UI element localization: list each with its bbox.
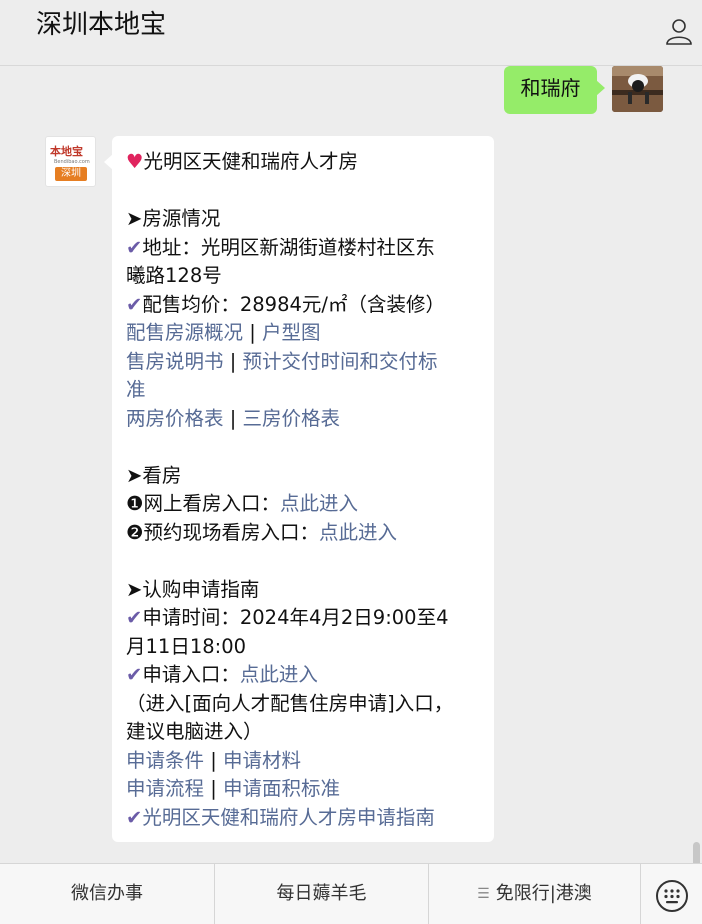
avatar-logo-text: 本地宝	[50, 145, 83, 158]
avatar-city-text: 深圳	[55, 167, 87, 181]
address-continued: 曦路128号	[126, 264, 222, 287]
section-housing: ➤房源情况	[126, 207, 221, 230]
account-title: 深圳本地宝	[36, 10, 167, 40]
price-line: ✔配售均价：28984元/㎡（含装修）	[126, 291, 445, 319]
check-icon: ✔	[126, 236, 143, 259]
address-line: ✔地址：光明区新湖街道楼村社区东	[126, 234, 435, 262]
online-view-link[interactable]: 点此进入	[280, 492, 358, 515]
scrollbar[interactable]	[693, 842, 700, 863]
divider	[640, 864, 641, 924]
onsite-view-line: ❷预约现场看房入口：点此进入	[126, 519, 397, 547]
outgoing-message[interactable]: 和瑞府	[504, 66, 605, 114]
person-icon[interactable]	[664, 16, 694, 46]
area-standard-link[interactable]: 申请面积标准	[223, 777, 340, 800]
two-room-price-link[interactable]: 两房价格表	[126, 407, 224, 430]
separator: |	[249, 321, 256, 344]
keyboard-icon[interactable]	[656, 880, 688, 912]
links-line-2: 售房说明书 | 预计交付时间和交付标	[126, 348, 438, 376]
manual-link[interactable]: 售房说明书	[126, 350, 224, 373]
bendibao-avatar[interactable]: 本地宝 Bendibao.com 深圳	[45, 136, 96, 187]
links-line-1: 配售房源概况 | 户型图	[126, 319, 321, 347]
separator: |	[210, 777, 217, 800]
menu-tab-daily-deals[interactable]: 每日薅羊毛	[215, 864, 428, 924]
onsite-view-link[interactable]: 点此进入	[319, 521, 397, 544]
delivery-link[interactable]: 预计交付时间和交付标	[243, 350, 438, 373]
process-link[interactable]: 申请流程	[126, 777, 204, 800]
check-icon: ✔	[126, 606, 143, 629]
links-line-5: 申请流程 | 申请面积标准	[126, 775, 340, 803]
menu-tab-wechat-services[interactable]: 微信办事	[0, 864, 214, 924]
check-icon: ✔	[126, 293, 143, 316]
section-viewing: ➤看房	[126, 464, 182, 487]
message-title-line: ♥光明区天健和瑞府人才房	[126, 148, 358, 176]
menu-tab-restrictions[interactable]: ☰ 免限行|港澳	[429, 864, 640, 924]
address-text: 地址：光明区新湖街道楼村社区东	[142, 236, 435, 259]
incoming-message: ♥光明区天健和瑞府人才房 ➤房源情况 ✔地址：光明区新湖街道楼村社区东 曦路12…	[104, 136, 494, 842]
guide-line: ✔光明区天健和瑞府人才房申请指南	[126, 804, 435, 832]
online-view-line: ❶网上看房入口：点此进入	[126, 490, 358, 518]
check-icon: ✔	[126, 663, 143, 686]
menu-tab-label: 微信办事	[71, 883, 143, 904]
avatar-site-text: Bendibao.com	[54, 159, 90, 165]
three-room-price-link[interactable]: 三房价格表	[243, 407, 341, 430]
application-entry-line: ✔申请入口：点此进入	[126, 661, 318, 689]
separator: |	[210, 749, 217, 772]
top-bar: 深圳本地宝	[0, 0, 702, 66]
application-time-text: 申请时间：2024年4月2日9:00至4	[142, 606, 449, 629]
message-title: 光明区天健和瑞府人才房	[143, 150, 358, 173]
chat-area[interactable]: 和瑞府 本地宝 Bendibao.com 深圳 ♥光明区天健和瑞府人才房 ➤房源…	[0, 66, 702, 863]
materials-link[interactable]: 申请材料	[223, 749, 301, 772]
application-entry-link[interactable]: 点此进入	[240, 663, 318, 686]
price-text: 配售均价：28984元/㎡（含装修）	[142, 293, 445, 316]
outgoing-message-text: 和瑞府	[520, 76, 581, 100]
online-view-label: ❶网上看房入口：	[126, 492, 280, 515]
section-application: ➤认购申请指南	[126, 578, 260, 601]
application-time-line: ✔申请时间：2024年4月2日9:00至4	[126, 604, 448, 632]
application-time-continued: 月11日18:00	[126, 635, 247, 658]
links-line-2-wrap: 准	[126, 376, 146, 404]
bottom-menu: 微信办事 每日薅羊毛 ☰ 免限行|港澳	[0, 863, 702, 924]
delivery-link-continued[interactable]: 准	[126, 378, 146, 401]
menu-tab-label: 每日薅羊毛	[276, 883, 367, 904]
heart-icon: ♥	[126, 150, 144, 173]
menu-tab-label: 免限行|港澳	[495, 883, 592, 904]
user-avatar[interactable]	[612, 66, 663, 112]
check-icon: ✔	[126, 806, 143, 829]
entry-note: （进入[面向人才配售住房申请]入口，	[126, 692, 454, 715]
links-line-4: 申请条件 | 申请材料	[126, 747, 301, 775]
separator: |	[229, 350, 237, 373]
menu-lines-icon: ☰	[477, 886, 490, 902]
onsite-view-label: ❷预约现场看房入口：	[126, 521, 319, 544]
entry-note-continued: 建议电脑进入）	[126, 720, 263, 743]
conditions-link[interactable]: 申请条件	[126, 749, 204, 772]
overview-link[interactable]: 配售房源概况	[126, 321, 243, 344]
floorplan-link[interactable]: 户型图	[262, 321, 321, 344]
application-entry-label: 申请入口：	[142, 663, 240, 686]
links-line-3: 两房价格表 | 三房价格表	[126, 405, 340, 433]
separator: |	[229, 407, 237, 430]
application-guide-link[interactable]: 光明区天健和瑞府人才房申请指南	[142, 806, 435, 829]
